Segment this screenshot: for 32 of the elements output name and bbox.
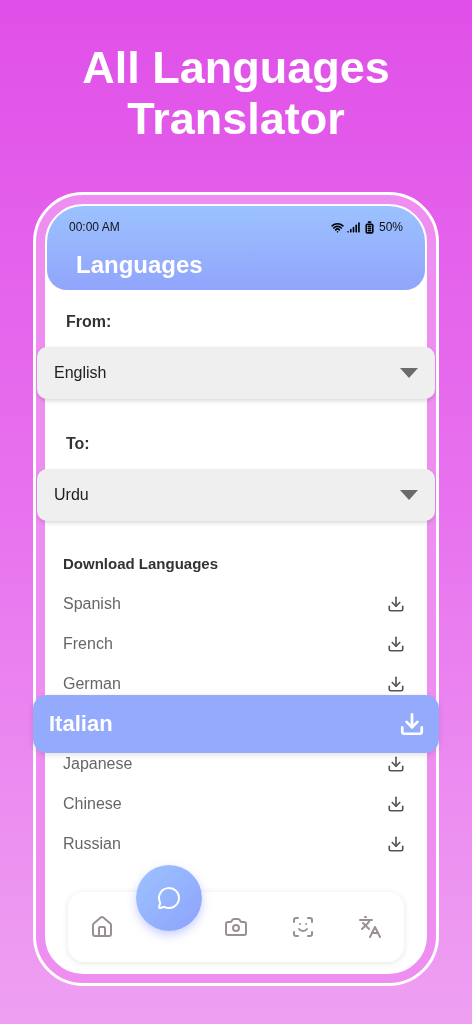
screen-title: Languages <box>76 250 204 280</box>
download-icon <box>387 674 405 693</box>
language-row[interactable]: Japanese <box>63 752 409 775</box>
language-dropdown[interactable]: Urdu <box>37 469 435 521</box>
to-label: To: <box>66 434 91 454</box>
language-row[interactable]: Russian <box>63 832 409 855</box>
nav-button[interactable] <box>135 864 202 931</box>
scan-icon <box>291 914 316 939</box>
download-icon <box>387 594 405 613</box>
status-time: 00:00 AM <box>69 219 120 236</box>
battery-level: 50% <box>378 219 403 236</box>
dropdown-caret-icon <box>400 490 418 500</box>
download-icon <box>399 710 425 737</box>
download-icon <box>387 634 405 653</box>
section-title: Download Languages <box>63 554 219 574</box>
wifi-icon <box>330 220 344 234</box>
language-row[interactable]: Chinese <box>63 792 409 815</box>
download-icon <box>387 834 405 853</box>
from-label: From: <box>66 312 113 332</box>
signal-icon <box>346 220 360 234</box>
language-row[interactable]: German <box>63 672 409 695</box>
download-icon <box>387 794 405 813</box>
battery-icon <box>362 220 376 234</box>
download-icon <box>387 754 405 773</box>
language-dropdown[interactable]: English <box>37 347 435 399</box>
headline: Translator <box>127 93 345 144</box>
translate-icon <box>358 914 383 939</box>
language-row[interactable]: Spanish <box>63 592 409 615</box>
dropdown-caret-icon <box>400 368 418 378</box>
home-icon <box>89 914 114 939</box>
headline: All Languages <box>82 42 390 93</box>
language-row[interactable]: French <box>63 632 409 655</box>
